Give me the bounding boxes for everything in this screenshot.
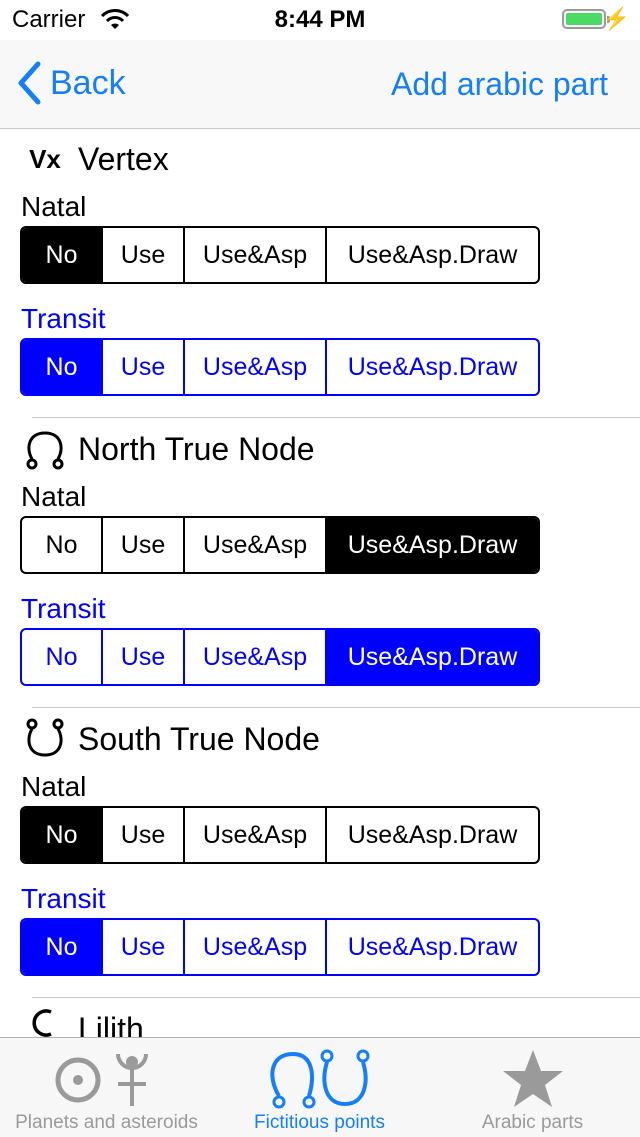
- tab-fictitious-points[interactable]: Fictitious points: [213, 1038, 426, 1137]
- transit-segmented-control[interactable]: No Use Use&Asp Use&Asp.Draw: [20, 918, 540, 976]
- segment-use[interactable]: Use: [103, 920, 185, 974]
- section-title: Lilith: [22, 999, 144, 1037]
- segment-no[interactable]: No: [22, 340, 103, 394]
- divider: [32, 997, 640, 998]
- south-node-icon: [22, 716, 68, 762]
- section-title-text: South True Node: [78, 720, 320, 757]
- charging-icon: ⚡: [602, 6, 630, 31]
- star-icon: [426, 1044, 639, 1114]
- natal-label: Natal: [21, 481, 87, 512]
- divider: [32, 707, 640, 708]
- natal-segmented-control[interactable]: No Use Use&Asp Use&Asp.Draw: [20, 226, 540, 284]
- natal-label: Natal: [21, 191, 87, 222]
- transit-label: Transit: [21, 883, 106, 914]
- segment-no[interactable]: No: [22, 920, 103, 974]
- segment-use-asp-draw[interactable]: Use&Asp.Draw: [327, 518, 538, 572]
- tab-label: Fictitious points: [254, 1112, 385, 1133]
- settings-list[interactable]: Vx Vertex Natal No Use Use&Asp Use&Asp.D…: [0, 129, 640, 1037]
- segment-use-asp[interactable]: Use&Asp: [185, 630, 327, 684]
- natal-segmented-control[interactable]: No Use Use&Asp Use&Asp.Draw: [20, 516, 540, 574]
- tab-planets-and-asteroids[interactable]: Planets and asteroids: [0, 1038, 213, 1137]
- segment-use-asp[interactable]: Use&Asp: [185, 340, 327, 394]
- chevron-left-icon: [18, 61, 41, 105]
- tab-label: Arabic parts: [481, 1112, 584, 1133]
- segment-use-asp-draw[interactable]: Use&Asp.Draw: [327, 920, 538, 974]
- section-title: Vx Vertex: [22, 129, 169, 189]
- lilith-icon: [22, 1006, 68, 1037]
- natal-label: Natal: [21, 771, 87, 802]
- fictitious-points-icon: [213, 1044, 426, 1114]
- segment-no[interactable]: No: [22, 228, 103, 282]
- segment-use[interactable]: Use: [103, 630, 185, 684]
- segment-use-asp[interactable]: Use&Asp: [185, 808, 327, 862]
- segment-use[interactable]: Use: [103, 228, 185, 282]
- transit-segmented-control[interactable]: No Use Use&Asp Use&Asp.Draw: [20, 338, 540, 396]
- segment-use-asp[interactable]: Use&Asp: [185, 920, 327, 974]
- add-arabic-part-button[interactable]: Add arabic part: [391, 66, 608, 103]
- tab-label: Planets and asteroids: [15, 1112, 198, 1133]
- back-button[interactable]: Back: [16, 60, 126, 106]
- segment-no[interactable]: No: [22, 808, 103, 862]
- transit-label: Transit: [21, 303, 106, 334]
- tab-bar: Planets and asteroids Fictitious points …: [0, 1037, 640, 1137]
- segment-use-asp-draw[interactable]: Use&Asp.Draw: [327, 808, 538, 862]
- battery-icon: [562, 9, 610, 29]
- planets-icon: [0, 1044, 213, 1114]
- status-bar: Carrier 8:44 PM ⚡: [0, 0, 640, 40]
- section-title-text: Vertex: [78, 140, 169, 177]
- segment-use[interactable]: Use: [103, 808, 185, 862]
- natal-segmented-control[interactable]: No Use Use&Asp Use&Asp.Draw: [20, 806, 540, 864]
- segment-no[interactable]: No: [22, 518, 103, 572]
- transit-label: Transit: [21, 593, 106, 624]
- divider: [32, 417, 640, 418]
- segment-no[interactable]: No: [22, 630, 103, 684]
- segment-use-asp-draw[interactable]: Use&Asp.Draw: [327, 630, 538, 684]
- segment-use-asp[interactable]: Use&Asp: [185, 228, 327, 282]
- clock: 8:44 PM: [274, 6, 366, 33]
- segment-use[interactable]: Use: [103, 518, 185, 572]
- section-title: South True Node: [22, 709, 320, 769]
- back-label: Back: [50, 63, 126, 102]
- section-title-text: North True Node: [78, 430, 315, 467]
- section-title: North True Node: [22, 419, 315, 479]
- segment-use-asp-draw[interactable]: Use&Asp.Draw: [327, 228, 538, 282]
- segment-use-asp[interactable]: Use&Asp: [185, 518, 327, 572]
- tab-arabic-parts[interactable]: Arabic parts: [426, 1038, 639, 1137]
- north-node-icon: [22, 426, 68, 472]
- segment-use[interactable]: Use: [103, 340, 185, 394]
- segment-use-asp-draw[interactable]: Use&Asp.Draw: [327, 340, 538, 394]
- vertex-icon: Vx: [29, 143, 61, 174]
- transit-segmented-control[interactable]: No Use Use&Asp Use&Asp.Draw: [20, 628, 540, 686]
- section-title-text: Lilith: [78, 1010, 144, 1038]
- navigation-bar: Back Add arabic part: [0, 40, 640, 129]
